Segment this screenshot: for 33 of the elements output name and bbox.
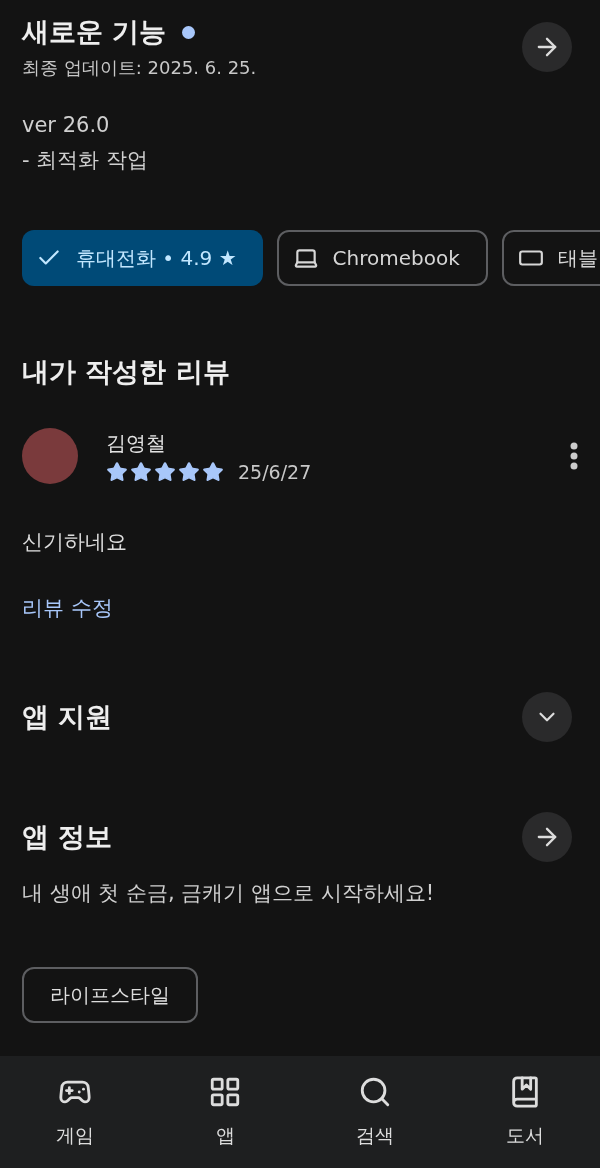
nav-tab[interactable]: 앱 [150, 1056, 300, 1168]
section-title: 앱 지원 [22, 700, 113, 734]
expand-button[interactable] [522, 692, 572, 742]
section-title: 새로운 기능 [22, 15, 167, 49]
nav-tab[interactable]: 게임 [0, 1056, 150, 1168]
section-title: 내가 작성한 리뷰 [22, 355, 231, 389]
app-description: 내 생애 첫 순금, 금캐기 앱으로 시작하세요! [22, 880, 436, 907]
device-chip[interactable]: Chromebook [276, 230, 488, 286]
more-options-button[interactable] [570, 442, 578, 470]
more-vertical-icon [570, 442, 578, 470]
review-text: 신기하네요 [22, 529, 128, 556]
device-chip[interactable]: 태블 [501, 230, 600, 286]
arrow-right-button[interactable] [522, 22, 572, 72]
nav-tab[interactable]: 검색 [300, 1056, 450, 1168]
star-icon [178, 460, 200, 483]
arrow-right-button[interactable] [522, 812, 572, 862]
avatar-placeholder [22, 428, 78, 484]
star-icon [202, 460, 224, 483]
search-icon [358, 1075, 392, 1109]
nav-tab[interactable]: 도서 [450, 1056, 600, 1168]
grid-icon [208, 1075, 242, 1109]
category-chip[interactable]: 라이프스타일 [22, 967, 198, 1023]
section-title: 앱 정보 [22, 820, 113, 854]
star-icon [154, 460, 176, 483]
release-note: - 최적화 작업 [22, 147, 149, 174]
star-icon [130, 460, 152, 483]
device-chip[interactable]: 휴대전화 • 4.9 ★ [22, 230, 263, 286]
reviewer-name: 김영철 [106, 429, 167, 457]
update-date: 최종 업데이트: 2025. 6. 25. [22, 56, 257, 80]
release-note: ver 26.0 [22, 112, 111, 139]
edit-review-link[interactable]: 리뷰 수정 [22, 594, 113, 622]
review-date: 25/6/27 [238, 460, 312, 483]
star-icon [106, 460, 128, 483]
